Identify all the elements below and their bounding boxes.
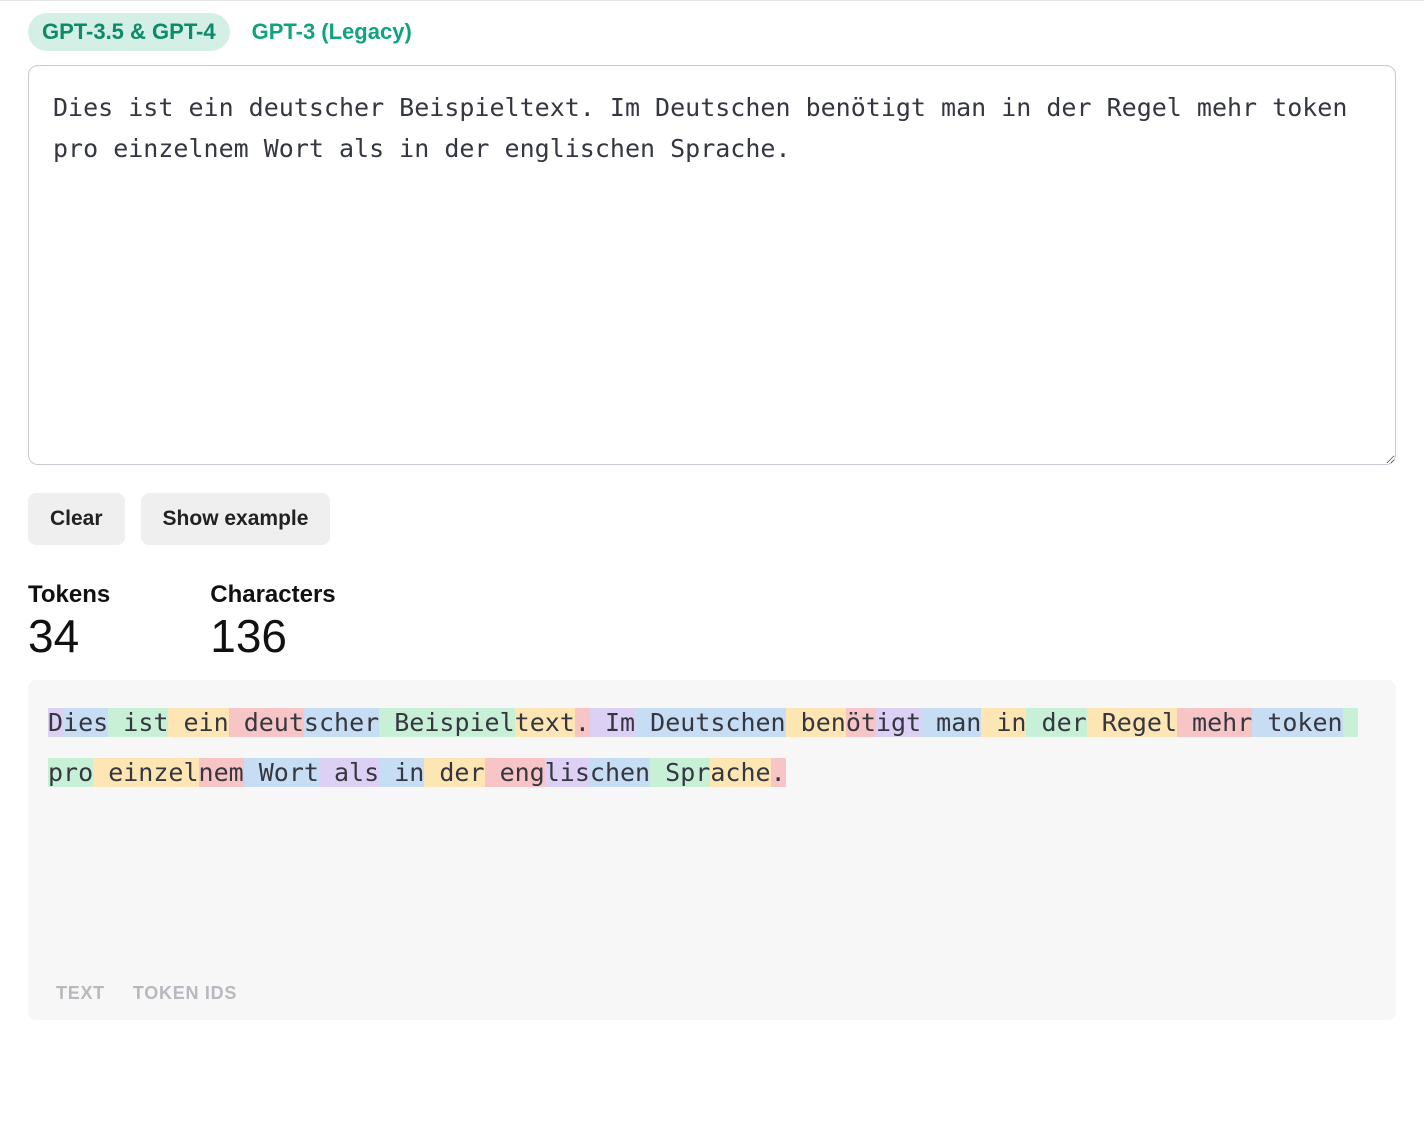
tokens-stat: Tokens 34: [28, 581, 110, 662]
characters-stat: Characters 136: [210, 581, 335, 662]
token-span: öt: [846, 708, 876, 737]
token-span: Im: [590, 708, 635, 737]
token-visualization-panel: Dies ist ein deutscher Beispieltext. Im …: [28, 680, 1396, 1020]
token-span: in: [981, 708, 1026, 737]
token-span: scher: [304, 708, 379, 737]
token-span: chen: [590, 758, 650, 787]
token-span: als: [319, 758, 379, 787]
token-span: ies: [63, 708, 108, 737]
token-span: einzel: [93, 758, 198, 787]
characters-value: 136: [210, 611, 335, 662]
token-span: ist: [108, 708, 168, 737]
tokenizer-input[interactable]: [28, 65, 1396, 465]
token-span: der: [1026, 708, 1086, 737]
token-span: D: [48, 708, 63, 737]
token-span: token: [1252, 708, 1342, 737]
tokens-value: 34: [28, 611, 110, 662]
token-span: man: [921, 708, 981, 737]
token-span: igt: [876, 708, 921, 737]
token-span: Regel: [1087, 708, 1177, 737]
tokenized-text: Dies ist ein deutscher Beispieltext. Im …: [48, 698, 1376, 798]
token-span: deut: [229, 708, 304, 737]
stats-row: Tokens 34 Characters 136: [28, 581, 1396, 662]
token-span: nem: [199, 758, 244, 787]
token-span: Beispiel: [379, 708, 514, 737]
action-buttons: Clear Show example: [28, 493, 1396, 545]
show-example-button[interactable]: Show example: [141, 493, 331, 545]
token-span: der: [424, 758, 484, 787]
panel-tab-text[interactable]: TEXT: [56, 983, 105, 1004]
tokens-label: Tokens: [28, 581, 110, 609]
token-span: in: [379, 758, 424, 787]
token-span: ache: [710, 758, 770, 787]
token-span: Deutschen: [635, 708, 786, 737]
token-span: .: [575, 708, 590, 737]
token-span: text: [515, 708, 575, 737]
token-span: Wort: [244, 758, 319, 787]
token-span: mehr: [1177, 708, 1252, 737]
token-span: Spr: [650, 758, 710, 787]
panel-view-tabs: TEXT TOKEN IDS: [28, 983, 265, 1004]
model-tabs: GPT-3.5 & GPT-4 GPT-3 (Legacy): [28, 13, 1396, 51]
token-span: ben: [786, 708, 846, 737]
token-span: lis: [545, 758, 590, 787]
panel-tab-token-ids[interactable]: TOKEN IDS: [133, 983, 237, 1004]
token-span: ein: [168, 708, 228, 737]
clear-button[interactable]: Clear: [28, 493, 125, 545]
tab-gpt3-legacy[interactable]: GPT-3 (Legacy): [238, 13, 426, 51]
token-span: .: [771, 758, 786, 787]
tab-gpt35-gpt4[interactable]: GPT-3.5 & GPT-4: [28, 13, 230, 51]
token-span: eng: [485, 758, 545, 787]
characters-label: Characters: [210, 581, 335, 609]
